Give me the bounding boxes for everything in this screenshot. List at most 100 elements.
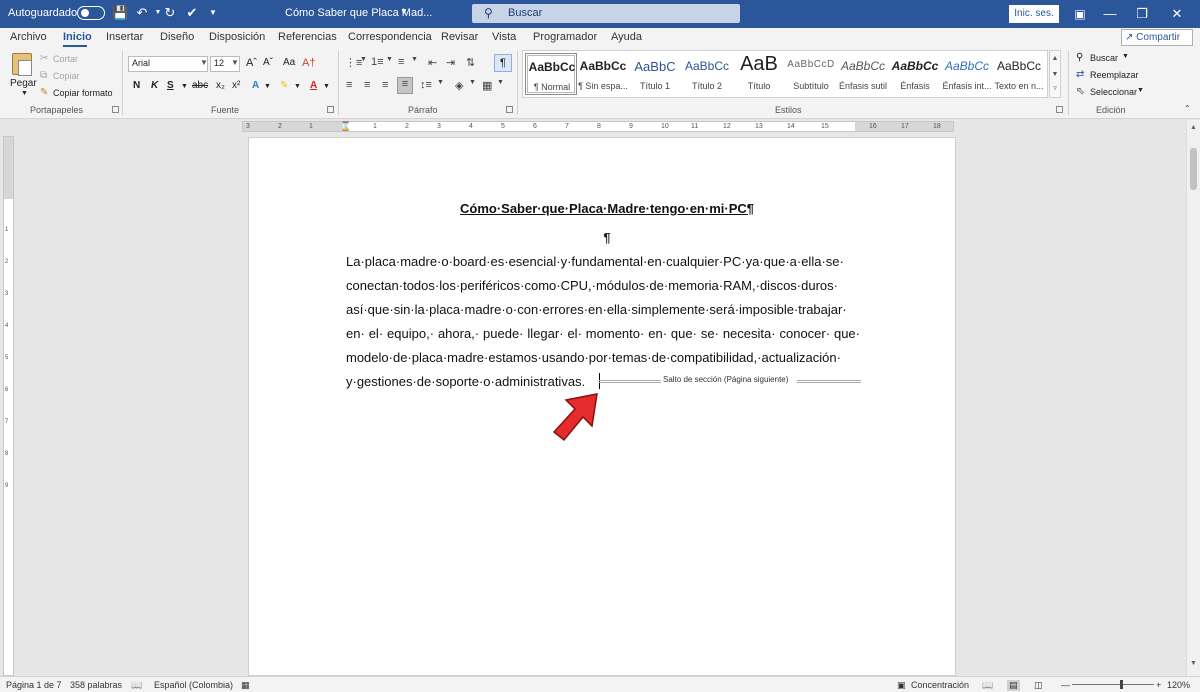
strikethrough-button[interactable]: abc bbox=[192, 80, 208, 91]
tab-correspondencia[interactable]: Correspondencia bbox=[348, 31, 432, 43]
language[interactable]: Español (Colombia) bbox=[154, 680, 233, 690]
proofing-icon[interactable]: 📖 bbox=[131, 680, 142, 691]
close-icon[interactable]: ✕ bbox=[1162, 3, 1192, 25]
align-center-icon[interactable]: ≡ bbox=[364, 79, 370, 91]
line-spacing-icon[interactable]: ↕≡ bbox=[420, 79, 432, 91]
borders-icon[interactable]: ▦ bbox=[482, 79, 492, 92]
style-intense-emphasis[interactable]: AaBbCc Énfasis int... bbox=[941, 53, 993, 95]
repeat-icon[interactable]: ↻ bbox=[162, 5, 178, 21]
font-color-icon[interactable]: A bbox=[310, 80, 317, 91]
font-launcher[interactable] bbox=[327, 106, 334, 113]
subscript-button[interactable]: x₂ bbox=[216, 80, 225, 91]
tab-revisar[interactable]: Revisar bbox=[441, 31, 478, 43]
copy-button[interactable]: Copiar bbox=[53, 71, 80, 81]
change-case-icon[interactable]: Aa bbox=[283, 57, 295, 68]
shrink-font-icon[interactable]: Aˇ bbox=[263, 57, 273, 68]
style-normal[interactable]: AaBbCc ¶ Normal bbox=[525, 53, 577, 95]
sort-icon[interactable]: ⇅ bbox=[466, 56, 475, 69]
print-layout-icon[interactable]: ▤ bbox=[1007, 680, 1020, 691]
italic-button[interactable]: K bbox=[151, 80, 158, 91]
zoom-in-icon[interactable]: + bbox=[1156, 680, 1161, 690]
style-emphasis[interactable]: AaBbCc Énfasis bbox=[889, 53, 941, 95]
tab-disposicion[interactable]: Disposición bbox=[209, 31, 265, 43]
font-name-dropdown-icon[interactable]: ▼ bbox=[200, 58, 208, 67]
accessibility-icon[interactable]: ▦ bbox=[241, 680, 250, 691]
clear-formatting-icon[interactable]: A† bbox=[302, 57, 315, 69]
word-count[interactable]: 358 palabras bbox=[70, 680, 122, 690]
tab-inicio[interactable]: Inicio bbox=[63, 31, 92, 43]
select-button[interactable]: Seleccionar bbox=[1090, 87, 1137, 97]
scrollbar-thumb[interactable] bbox=[1190, 148, 1197, 190]
focus-mode[interactable]: Concentración bbox=[911, 680, 969, 690]
style-heading-1[interactable]: AaBbC Título 1 bbox=[629, 53, 681, 95]
borders-dropdown-icon[interactable]: ▼ bbox=[497, 79, 504, 86]
cut-button[interactable]: Cortar bbox=[53, 54, 78, 64]
font-size-dropdown-icon[interactable]: ▼ bbox=[231, 58, 239, 67]
vertical-ruler[interactable]: 1 2 3 4 5 6 7 8 9 bbox=[3, 136, 14, 676]
line-spacing-dropdown-icon[interactable]: ▼ bbox=[437, 79, 444, 86]
tab-diseno[interactable]: Diseño bbox=[160, 31, 194, 43]
indent-marker[interactable]: ⌛ bbox=[340, 121, 351, 132]
highlight-dropdown-icon[interactable]: ▼ bbox=[294, 83, 301, 90]
vertical-scrollbar[interactable]: ▲ ▼ bbox=[1186, 120, 1200, 676]
style-subtle-emphasis[interactable]: AaBbCc Énfasis sutil bbox=[837, 53, 889, 95]
numbering-dropdown-icon[interactable]: ▼ bbox=[386, 56, 393, 63]
search-box[interactable]: ⚲ Buscar bbox=[472, 4, 740, 23]
tab-programador[interactable]: Programador bbox=[533, 31, 597, 43]
zoom-out-icon[interactable]: — bbox=[1061, 680, 1070, 690]
scroll-up-icon[interactable]: ▲ bbox=[1190, 124, 1197, 131]
save-icon[interactable]: 💾 bbox=[112, 5, 128, 21]
highlight-icon[interactable]: ✎ bbox=[280, 80, 288, 91]
style-no-spacing[interactable]: AaBbCc ¶ Sin espa... bbox=[577, 53, 629, 95]
style-strong[interactable]: AaBbCc Texto en n... bbox=[993, 53, 1045, 95]
minimize-icon[interactable]: — bbox=[1095, 3, 1125, 25]
paste-icon[interactable] bbox=[12, 53, 32, 76]
tab-archivo[interactable]: Archivo bbox=[10, 31, 47, 43]
tab-vista[interactable]: Vista bbox=[492, 31, 516, 43]
zoom-slider-thumb[interactable] bbox=[1120, 680, 1123, 689]
justify-icon[interactable]: ≡ bbox=[397, 77, 413, 94]
read-mode-icon[interactable]: 📖 bbox=[982, 680, 993, 691]
bold-button[interactable]: N bbox=[133, 80, 140, 91]
align-left-icon[interactable]: ≡ bbox=[346, 79, 352, 91]
more-styles-icon[interactable]: ▿ bbox=[1050, 81, 1060, 97]
superscript-button[interactable]: x² bbox=[232, 80, 240, 91]
tab-ayuda[interactable]: Ayuda bbox=[611, 31, 642, 43]
clipboard-launcher[interactable] bbox=[112, 106, 119, 113]
grow-font-icon[interactable]: Aˆ bbox=[246, 57, 257, 69]
page-count[interactable]: Página 1 de 7 bbox=[6, 680, 62, 690]
align-right-icon[interactable]: ≡ bbox=[382, 79, 388, 91]
customize-toolbar-icon[interactable]: ▼ bbox=[205, 5, 221, 21]
quick-access-icon[interactable]: ✔ bbox=[184, 5, 200, 21]
scroll-down-icon[interactable]: ▼ bbox=[1190, 660, 1197, 667]
font-color-dropdown-icon[interactable]: ▼ bbox=[323, 83, 330, 90]
paste-button[interactable]: Pegar bbox=[10, 78, 37, 89]
style-title[interactable]: AaB Título bbox=[733, 53, 785, 95]
tab-referencias[interactable]: Referencias bbox=[278, 31, 337, 43]
collapse-ribbon-icon[interactable]: ⌃ bbox=[1184, 104, 1191, 113]
style-heading-2[interactable]: AaBbCc Título 2 bbox=[681, 53, 733, 95]
maximize-icon[interactable]: ❐ bbox=[1127, 3, 1157, 25]
paragraph-launcher[interactable] bbox=[506, 106, 513, 113]
tab-insertar[interactable]: Insertar bbox=[106, 31, 143, 43]
autosave-toggle[interactable] bbox=[77, 6, 105, 20]
chevron-down-icon[interactable]: ▼ bbox=[400, 7, 408, 16]
text-effects-dropdown-icon[interactable]: ▼ bbox=[264, 83, 271, 90]
scroll-up-icon[interactable]: ▲ bbox=[1050, 51, 1060, 67]
web-layout-icon[interactable]: ◫ bbox=[1034, 680, 1043, 691]
find-dropdown-icon[interactable]: ▼ bbox=[1122, 53, 1129, 60]
increase-indent-icon[interactable]: ⇥ bbox=[446, 56, 455, 69]
select-dropdown-icon[interactable]: ▼ bbox=[1137, 87, 1144, 94]
shading-icon[interactable]: ◈ bbox=[455, 79, 463, 92]
paste-dropdown-icon[interactable]: ▼ bbox=[21, 90, 28, 97]
text-effects-icon[interactable]: A bbox=[252, 80, 259, 91]
underline-button[interactable]: S bbox=[167, 80, 174, 91]
signin-button[interactable]: Inic. ses. bbox=[1009, 5, 1059, 23]
styles-launcher[interactable] bbox=[1056, 106, 1063, 113]
styles-gallery-scroll[interactable]: ▲ ▼ ▿ bbox=[1049, 50, 1061, 98]
replace-button[interactable]: Reemplazar bbox=[1090, 70, 1139, 80]
shading-dropdown-icon[interactable]: ▼ bbox=[469, 79, 476, 86]
decrease-indent-icon[interactable]: ⇤ bbox=[428, 56, 437, 69]
multilevel-list-icon[interactable]: ≡ bbox=[398, 56, 404, 68]
zoom-level[interactable]: 120% bbox=[1167, 680, 1190, 690]
